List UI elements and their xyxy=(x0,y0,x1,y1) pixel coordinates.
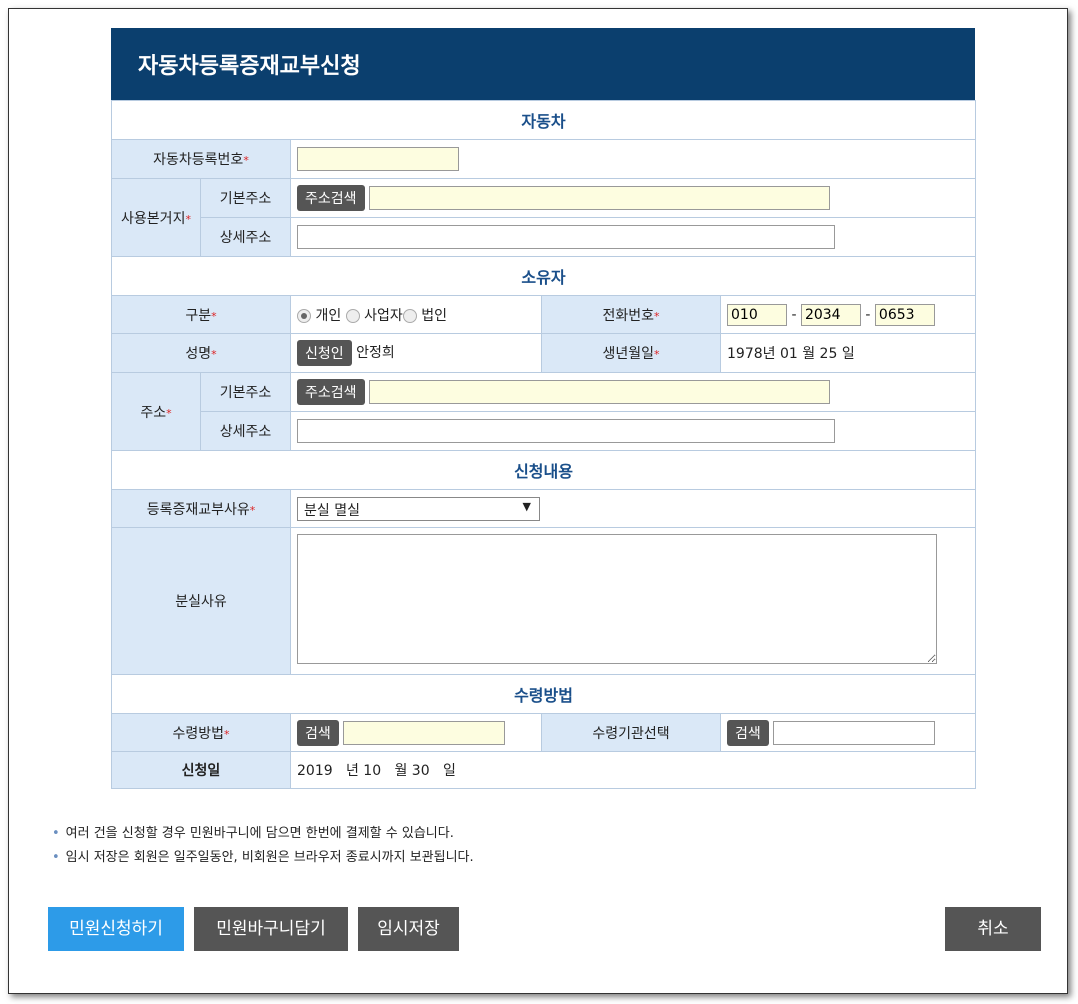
cancel-button[interactable]: 취소 xyxy=(945,907,1041,951)
phone-part3[interactable] xyxy=(874,303,935,326)
owner-detail-addr-label: 상세주소 xyxy=(200,411,291,451)
loss-reason-label: 분실사유 xyxy=(111,527,291,675)
car-detail-addr-label: 상세주소 xyxy=(200,217,291,257)
apply-button[interactable]: 민원신청하기 xyxy=(48,907,184,951)
phone-part1[interactable] xyxy=(727,303,787,326)
birth-value: 1978년 01 월 25 일 xyxy=(719,333,977,373)
radio-corporation-label: 법인 xyxy=(421,307,447,324)
loss-reason-textarea[interactable] xyxy=(297,534,937,664)
car-detail-addr-input[interactable] xyxy=(297,225,835,249)
birth-label: 생년월일* xyxy=(541,333,721,373)
owner-addr-label: 주소* xyxy=(111,372,201,451)
owner-address-search-button[interactable]: 주소검색 xyxy=(297,379,365,405)
note-item: • 여러 건을 신청할 경우 민원바구니에 담으면 한번에 결제할 수 있습니다. xyxy=(52,826,454,841)
date-label: 신청일 xyxy=(111,751,291,789)
car-basic-addr-input[interactable] xyxy=(368,186,830,210)
name-label: 성명* xyxy=(111,333,291,373)
reason-label: 등록증재교부사유* xyxy=(111,489,291,528)
reg-no-input[interactable] xyxy=(297,147,459,171)
type-label: 구분* xyxy=(111,295,291,334)
application-form: 자동차등록증재교부신청 자동차 자동차등록번호* 사용본거지* 기본주소 주소검… xyxy=(110,28,977,789)
applicant-button[interactable]: 신청인 xyxy=(297,340,352,366)
note-item: • 임시 저장은 회원은 일주일동안, 비회원은 브라우저 종료시까지 보관됩니다… xyxy=(52,850,474,865)
page-title: 자동차등록증재교부신청 xyxy=(111,28,975,100)
section-car: 자동차 xyxy=(110,100,977,140)
radio-corporation[interactable] xyxy=(402,308,417,323)
phone-part2[interactable] xyxy=(800,303,861,326)
radio-individual[interactable] xyxy=(297,308,311,323)
notes: • 여러 건을 신청할 경우 민원바구니에 담으면 한번에 결제할 수 있습니다.… xyxy=(52,822,474,870)
name-value: 안정희 xyxy=(356,345,395,361)
org-input[interactable] xyxy=(773,720,936,745)
owner-basic-addr-label: 기본주소 xyxy=(200,372,291,412)
owner-detail-addr-input[interactable] xyxy=(297,419,835,443)
car-address-search-button[interactable]: 주소검색 xyxy=(297,185,365,211)
section-owner: 소유자 xyxy=(110,256,977,296)
basket-button[interactable]: 민원바구니담기 xyxy=(194,907,348,951)
method-search-button[interactable]: 검색 xyxy=(297,719,339,746)
method-input[interactable] xyxy=(343,720,506,745)
reason-select[interactable]: 분실 멸실 ▼ xyxy=(297,496,540,521)
temp-save-button[interactable]: 임시저장 xyxy=(358,907,459,951)
radio-individual-label: 개인 xyxy=(315,307,342,324)
dropdown-arrow-icon: ▼ xyxy=(522,499,531,513)
reg-no-label: 자동차등록번호* xyxy=(111,139,291,179)
phone-label: 전화번호* xyxy=(541,295,721,334)
date-value: 2019 년 10 월 30 일 xyxy=(289,751,977,789)
radio-business[interactable] xyxy=(345,308,360,323)
section-receipt: 수령방법 xyxy=(110,674,977,714)
org-label: 수령기관선택 xyxy=(541,713,721,752)
section-content: 신청내용 xyxy=(110,450,977,490)
method-label: 수령방법* xyxy=(111,713,291,752)
car-basic-addr-label: 기본주소 xyxy=(200,178,291,218)
owner-basic-addr-input[interactable] xyxy=(368,380,830,404)
radio-business-label: 사업자 xyxy=(364,307,403,324)
residence-label: 사용본거지* xyxy=(111,178,201,257)
org-search-button[interactable]: 검색 xyxy=(727,719,769,746)
